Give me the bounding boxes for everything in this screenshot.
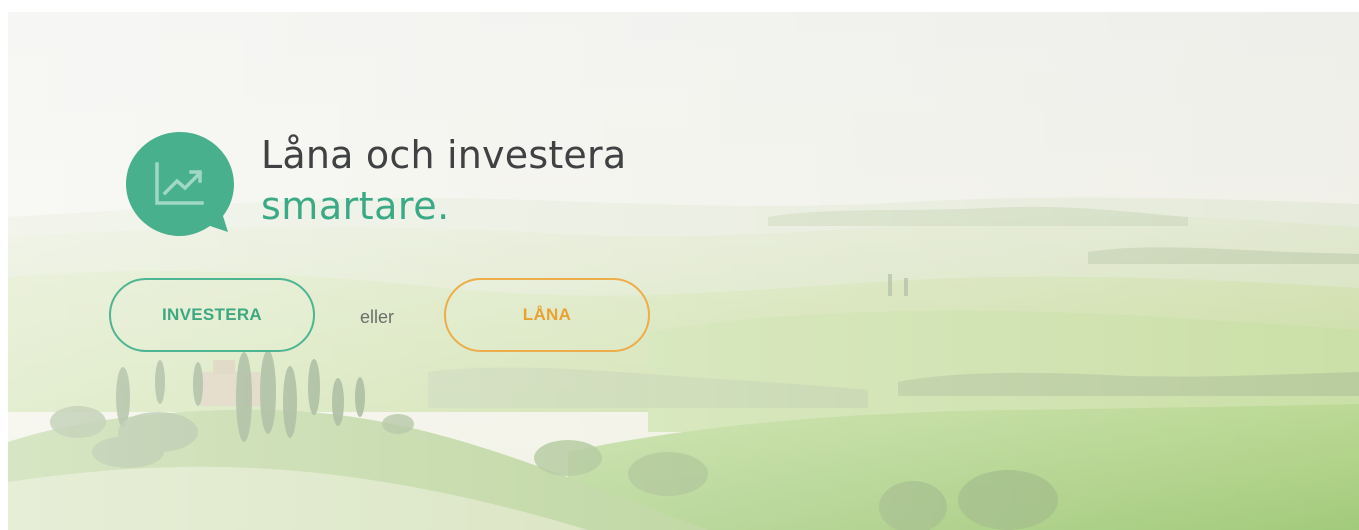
hero-section: Låna och investera smartare. INVESTERA e… bbox=[8, 12, 1359, 530]
headline-line-1: Låna och investera bbox=[261, 133, 627, 177]
invest-button[interactable]: INVESTERA bbox=[109, 278, 315, 352]
chart-growth-icon bbox=[126, 132, 234, 236]
hero-headline: Låna och investera smartare. bbox=[261, 136, 626, 225]
loan-button[interactable]: LÅNA bbox=[444, 278, 650, 352]
headline-line-2: smartare. bbox=[261, 184, 450, 228]
or-separator-text: eller bbox=[360, 307, 395, 327]
hero-content: Låna och investera smartare. INVESTERA e… bbox=[8, 12, 1359, 530]
